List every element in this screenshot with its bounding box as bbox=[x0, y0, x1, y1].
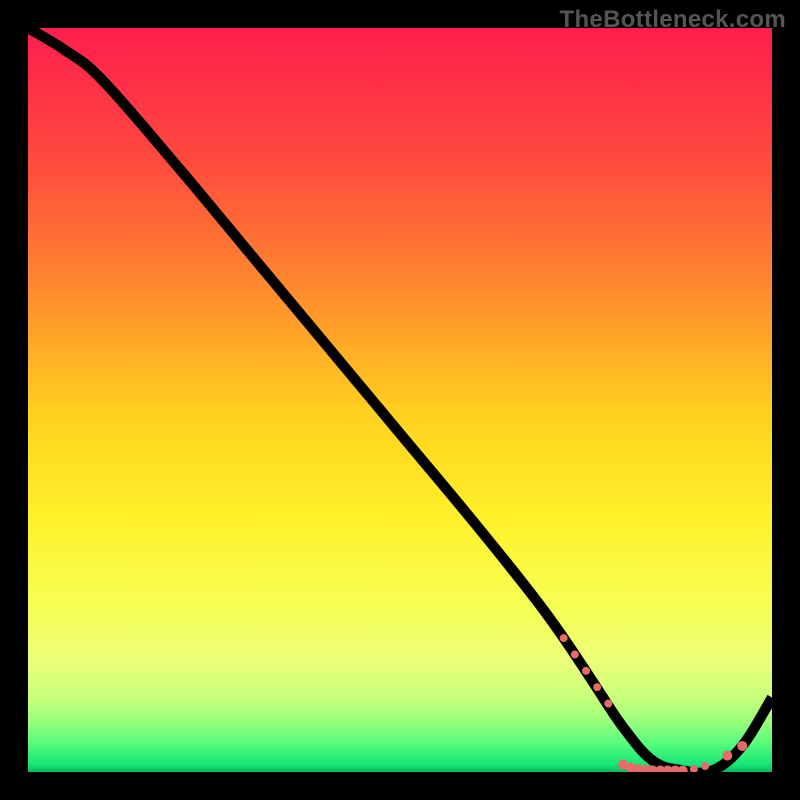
marker-layer bbox=[28, 28, 772, 772]
chart-stage: TheBottleneck.com bbox=[0, 0, 800, 800]
marker-dot bbox=[701, 762, 709, 770]
marker-dot bbox=[560, 634, 568, 642]
marker-dot bbox=[678, 766, 688, 772]
marker-dot bbox=[604, 700, 612, 708]
marker-dot bbox=[593, 683, 601, 691]
marker-dot bbox=[690, 765, 698, 772]
marker-dot bbox=[571, 650, 579, 658]
marker-dot bbox=[737, 741, 747, 751]
marker-dot bbox=[722, 751, 732, 761]
plot-area bbox=[28, 28, 772, 772]
marker-dot bbox=[582, 667, 590, 675]
